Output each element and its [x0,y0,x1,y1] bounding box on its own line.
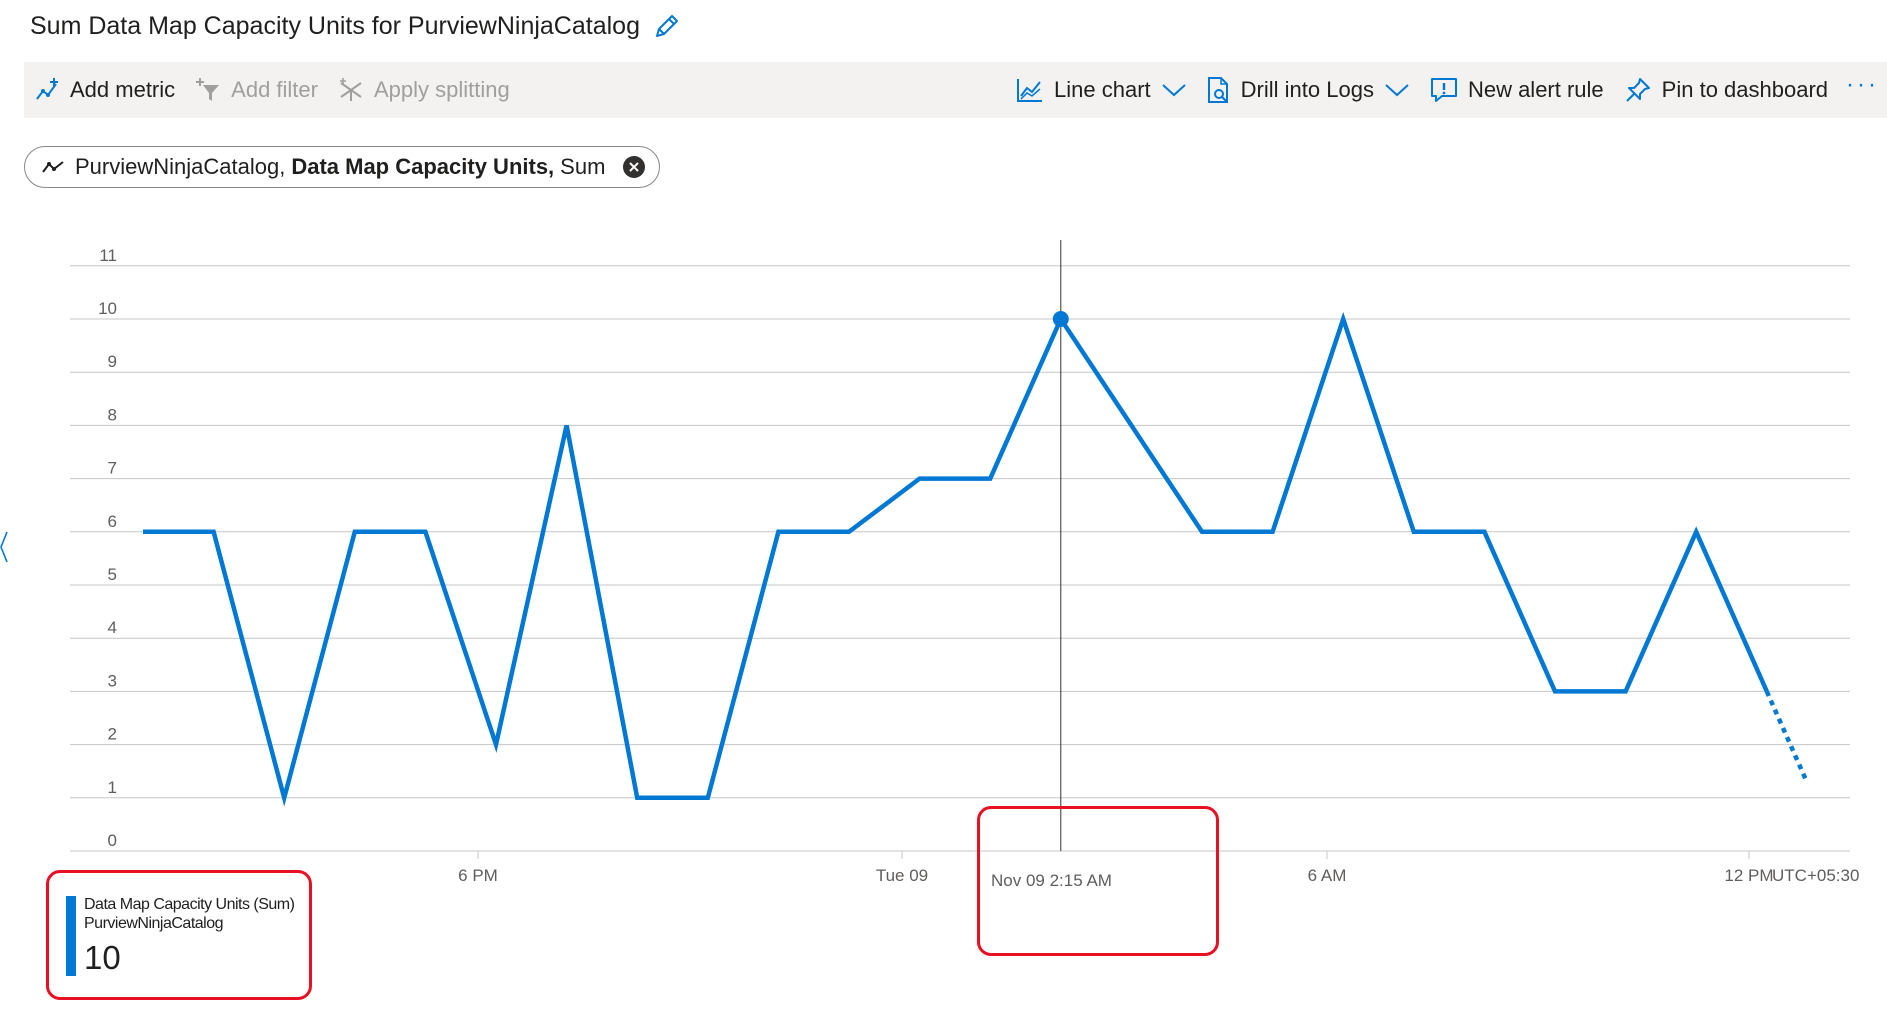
y-tick-label: 11 [99,246,117,265]
alert-icon [1430,78,1457,102]
pin-to-dashboard-button[interactable]: Pin to dashboard [1614,62,1838,118]
y-tick-label: 3 [108,671,117,690]
chart-title-row: Sum Data Map Capacity Units for PurviewN… [30,6,682,46]
y-tick-label: 8 [108,405,117,424]
add-filter-button[interactable]: Add filter [185,62,328,118]
metric-resource: PurviewNinjaCatalog, [75,154,286,179]
y-tick-label: 10 [98,299,117,318]
drill-into-logs-dropdown[interactable]: Drill into Logs [1197,62,1420,118]
add-metric-icon [36,78,58,100]
y-tick-label: 7 [108,459,117,478]
pencil-icon[interactable] [652,11,682,41]
close-icon [629,162,639,172]
series-partial-segment [1764,690,1809,783]
chevron-down-icon [1385,84,1409,97]
add-metric-label: Add metric [70,77,176,102]
y-tick-label: 5 [108,565,117,584]
y-tick-label: 4 [108,618,117,637]
y-axis: 0 1 2 3 4 5 6 7 8 9 10 11 [98,246,117,850]
hover-timestamp: Nov 09 2:15 AM [991,871,1112,890]
metric-aggregation: Sum [560,154,606,179]
metric-pill[interactable]: PurviewNinjaCatalog, Data Map Capacity U… [24,146,660,188]
new-alert-rule-button[interactable]: New alert rule [1420,62,1614,118]
remove-metric-button[interactable] [623,156,645,178]
x-tick-label: Tue 09 [876,866,928,885]
chart-series [143,311,1809,807]
chart-legend[interactable]: Data Map Capacity Units (Sum) PurviewNin… [66,896,295,977]
chart-title: Sum Data Map Capacity Units for PurviewN… [30,11,640,40]
legend-value: 10 [84,939,121,976]
apply-splitting-label: Apply splitting [373,77,510,102]
metric-line-icon [42,161,64,173]
y-tick-label: 1 [108,778,117,797]
chart-grid [70,265,1850,852]
line-chart-label: Line chart [1054,77,1151,102]
chevron-down-icon [1161,84,1186,97]
add-metric-button[interactable]: Add metric [24,62,185,118]
line-chart-icon [1017,79,1043,102]
line-chart: 0 1 2 3 4 5 6 7 8 9 10 11 6 PM Tue 09 6 AM 12 PMUTC+05… [70,240,1859,885]
timezone-label: UTC+05:30 [1772,866,1859,885]
filter-icon [196,78,220,101]
pin-to-dashboard-label: Pin to dashboard [1661,77,1829,102]
x-tick-label: 12 PM [1724,866,1773,885]
drill-into-logs-label: Drill into Logs [1240,77,1374,102]
new-alert-rule-label: New alert rule [1467,77,1604,102]
x-tick-label: 6 PM [458,866,498,885]
metric-name: Data Map Capacity Units, [291,154,555,179]
legend-color-swatch [66,896,76,976]
apply-splitting-button[interactable]: Apply splitting [328,62,520,118]
add-filter-label: Add filter [231,77,318,102]
y-tick-label: 2 [108,725,117,744]
y-tick-label: 0 [108,831,117,850]
toolbar: Add metric Add filter Apply splitting Li… [24,62,1887,118]
x-tick-label: 6 AM [1308,866,1347,885]
legend-metric-name: Data Map Capacity Units (Sum) [84,896,295,913]
pin-icon [1625,78,1650,102]
splitting-icon [339,78,362,101]
legend-resource-name: PurviewNinjaCatalog [84,915,224,932]
logs-icon [1207,77,1228,103]
y-tick-label: 6 [108,512,117,531]
y-tick-label: 9 [108,352,117,371]
more-options-button[interactable]: ··· [1838,57,1887,123]
hover-point [1052,311,1069,327]
line-chart-dropdown[interactable]: Line chart [1006,62,1197,118]
series-line [143,311,1769,807]
